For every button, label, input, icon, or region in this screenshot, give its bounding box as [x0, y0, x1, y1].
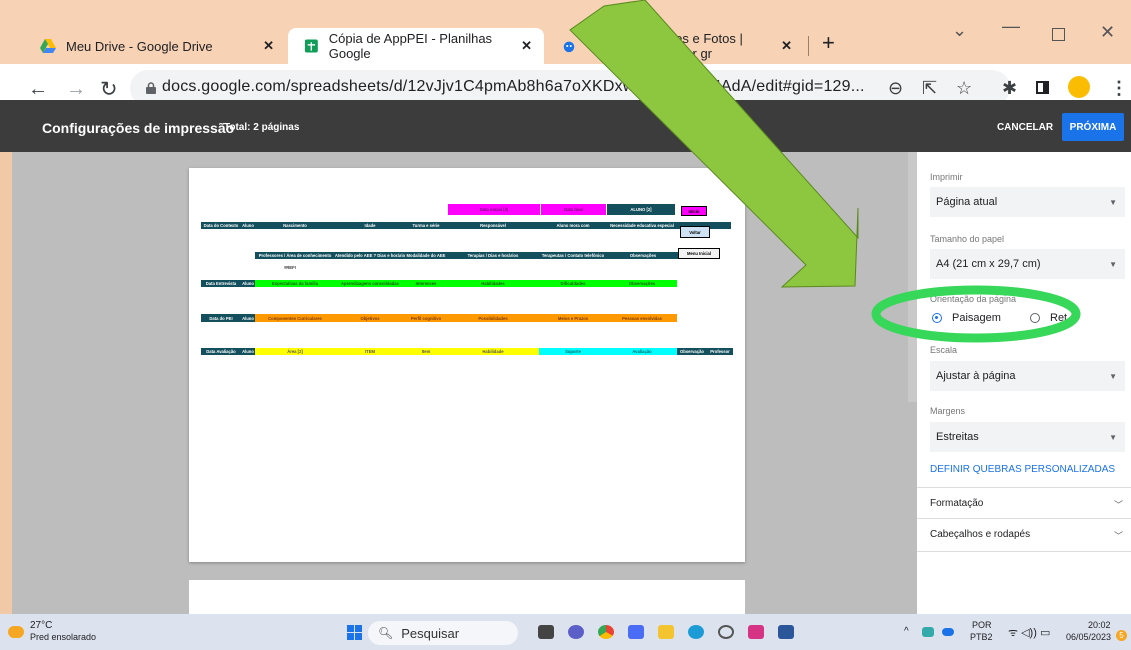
instagram-icon[interactable] [748, 625, 764, 639]
weather-icon[interactable] [8, 626, 24, 638]
clock-date[interactable]: 06/05/2023 [1066, 632, 1111, 642]
annotation-ellipse [871, 285, 1081, 343]
taskbar-search[interactable]: 🔍︎ Pesquisar [368, 621, 518, 645]
file-explorer-icon[interactable] [658, 625, 674, 639]
annotation-arrow [569, 0, 859, 288]
word-icon[interactable] [778, 625, 794, 639]
taskbar [0, 614, 1131, 650]
onedrive-icon[interactable] [942, 628, 954, 636]
app-icon[interactable] [628, 625, 644, 639]
keyboard-layout[interactable]: PTB2 [970, 632, 993, 642]
tray-chevron-up-icon[interactable]: ^ [904, 626, 909, 637]
annotation-overlay [569, 0, 1081, 343]
weather-desc: Pred ensolarado [30, 632, 97, 642]
search-placeholder: Pesquisar [401, 625, 460, 641]
tray-app-icon[interactable] [922, 627, 934, 637]
chrome-icon[interactable] [598, 625, 614, 639]
windows-start-icon[interactable] [347, 625, 362, 640]
language-code[interactable]: POR [972, 620, 992, 630]
wifi-volume-battery-icon[interactable]: ᯤ ◁)) ▭ [1008, 625, 1050, 640]
clock-time[interactable]: 20:02 [1088, 620, 1111, 630]
settings-gear-icon[interactable] [718, 625, 734, 639]
edge-icon[interactable] [688, 625, 704, 639]
weather-temp: 27°C [30, 620, 53, 631]
teams-icon[interactable] [568, 625, 584, 639]
notification-badge[interactable]: 5 [1116, 630, 1127, 641]
search-icon: 🔍︎ [378, 626, 394, 640]
task-view-icon[interactable] [538, 625, 554, 639]
